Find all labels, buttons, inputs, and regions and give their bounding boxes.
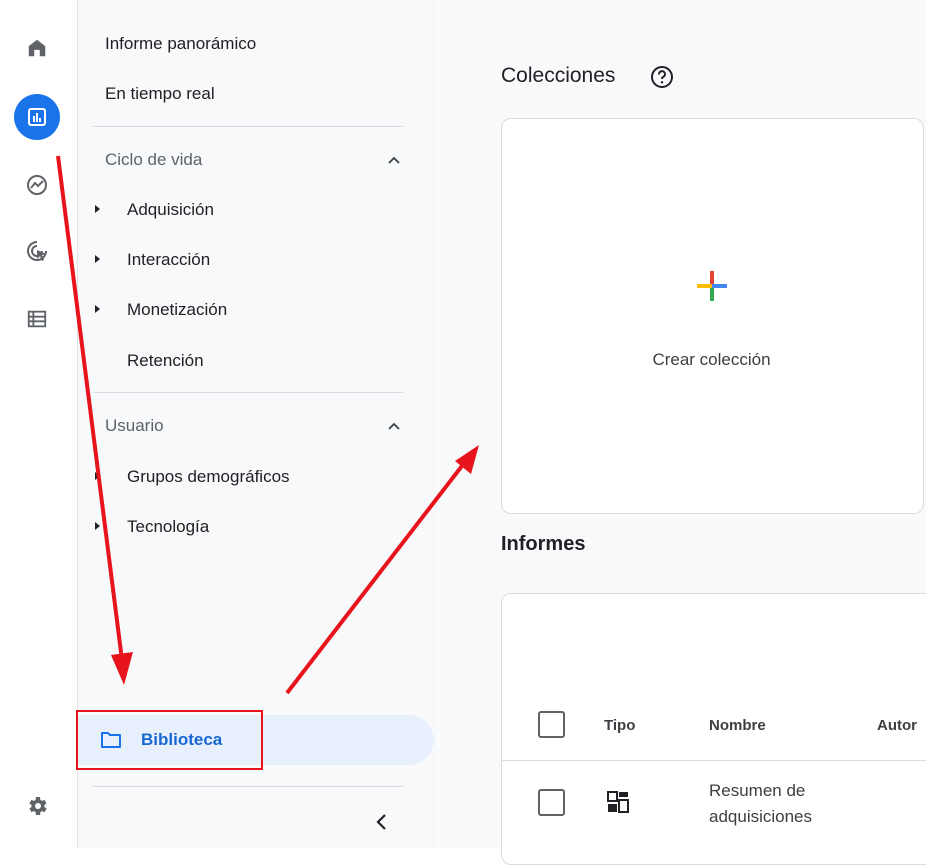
configure-icon — [27, 310, 47, 328]
collections-title: Colecciones — [501, 64, 616, 87]
caret-right-icon — [95, 522, 100, 530]
caret-right-icon — [95, 472, 100, 480]
advertising-icon — [27, 241, 47, 261]
nav-item-monetization[interactable]: Monetización — [127, 300, 227, 320]
nav-item-retention[interactable]: Retención — [127, 351, 204, 371]
reports-title: Informes — [501, 533, 586, 555]
explore-button[interactable] — [14, 162, 60, 208]
create-collection-label[interactable]: Crear colección — [501, 350, 922, 370]
divider — [93, 392, 403, 393]
chevron-up-icon[interactable] — [386, 418, 402, 434]
collapse-icon[interactable] — [374, 812, 390, 832]
explore-icon — [27, 175, 47, 195]
plus-icon — [697, 271, 727, 301]
column-header-type[interactable]: Tipo — [604, 717, 635, 734]
report-type-icon — [607, 791, 629, 813]
caret-right-icon — [95, 205, 100, 213]
advertising-button[interactable] — [14, 228, 60, 274]
reports-button[interactable] — [14, 94, 60, 140]
divider — [93, 786, 403, 787]
configure-button[interactable] — [14, 296, 60, 342]
caret-right-icon — [95, 255, 100, 263]
divider — [502, 760, 926, 761]
nav-item-engagement[interactable]: Interacción — [127, 250, 210, 270]
nav-item-technology[interactable]: Tecnología — [127, 517, 209, 537]
column-header-name[interactable]: Nombre — [709, 717, 766, 734]
create-collection-card[interactable] — [501, 118, 924, 514]
home-icon — [28, 39, 46, 57]
settings-icon — [29, 797, 47, 815]
column-header-author[interactable]: Autor — [877, 717, 917, 734]
home-button[interactable] — [14, 25, 60, 71]
row-checkbox[interactable] — [538, 789, 565, 816]
select-all-checkbox[interactable] — [538, 711, 565, 738]
section-user-title[interactable]: Usuario — [105, 416, 164, 436]
nav-item-acquisition[interactable]: Adquisición — [127, 200, 214, 220]
highlight-box — [76, 710, 263, 770]
section-lifecycle-title[interactable]: Ciclo de vida — [105, 150, 202, 170]
help-icon[interactable] — [650, 65, 674, 89]
divider — [93, 126, 403, 127]
nav-overview[interactable]: Informe panorámico — [105, 34, 256, 54]
reports-icon — [28, 108, 46, 126]
nav-realtime[interactable]: En tiempo real — [105, 84, 215, 104]
nav-item-demographics[interactable]: Grupos demográficos — [127, 467, 290, 487]
icon-rail — [0, 0, 78, 848]
chevron-up-icon[interactable] — [386, 152, 402, 168]
report-name-link[interactable]: Resumen de adquisiciones — [709, 778, 859, 830]
caret-right-icon — [95, 305, 100, 313]
settings-button[interactable] — [14, 783, 60, 829]
